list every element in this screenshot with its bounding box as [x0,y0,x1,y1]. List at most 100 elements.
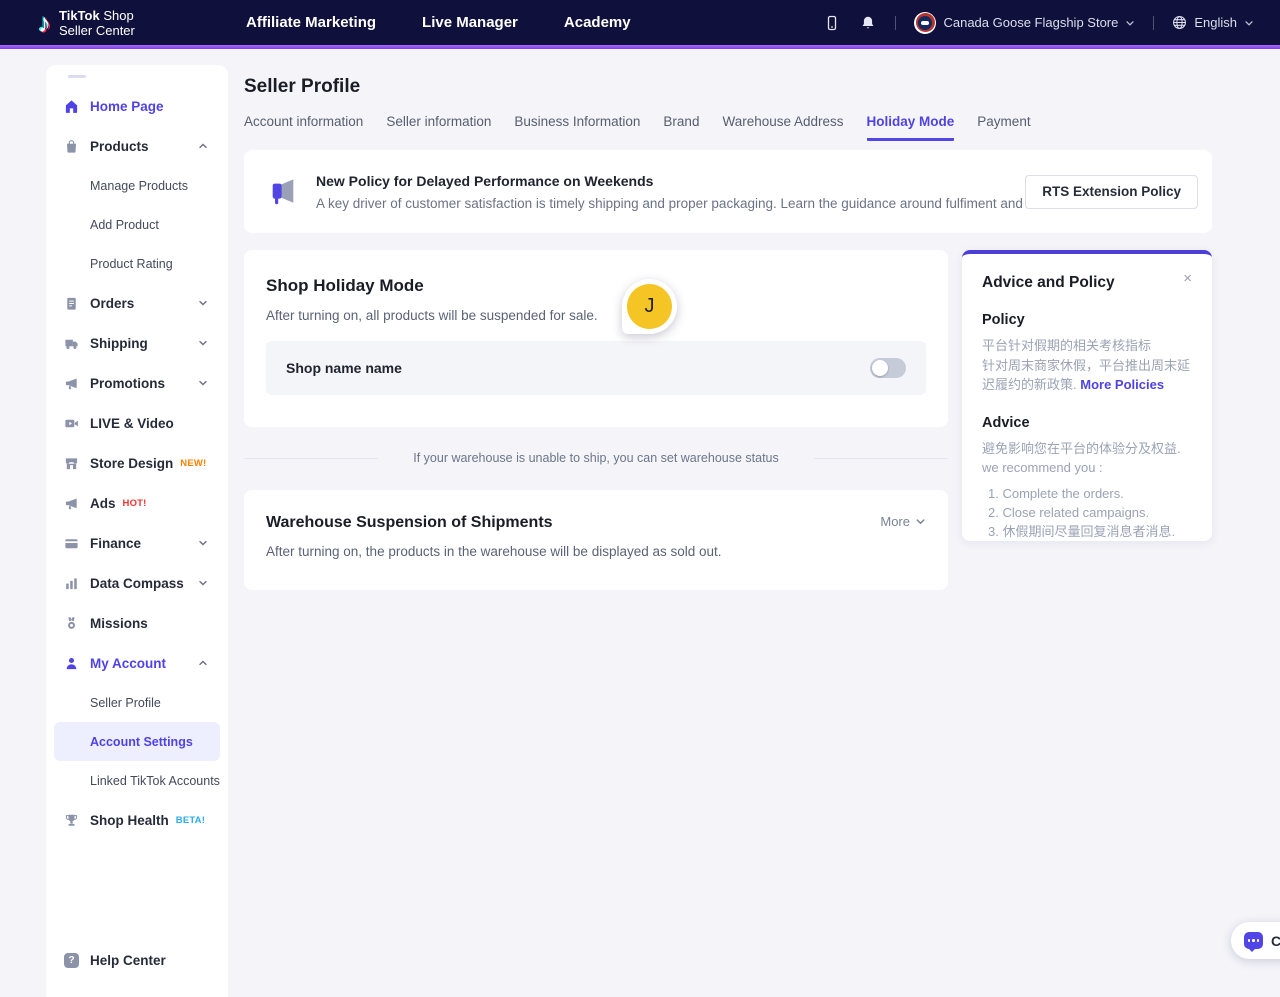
warehouse-card-header: Warehouse Suspension of Shipments More [266,514,926,532]
chevron-down-icon [198,578,208,588]
tab-account-information[interactable]: Account information [244,114,363,141]
help-center-label: Help Center [90,953,166,968]
advice-text: 避免影响您在平台的体验分及权益. we recommend you : [982,439,1192,478]
megaphone-icon [64,496,79,511]
policy-heading: Policy [982,312,1192,328]
tab-brand[interactable]: Brand [663,114,699,141]
megaphone-icon [64,376,79,391]
advice-heading: Advice [982,415,1192,431]
question-mark-icon: ? [64,953,79,968]
shop-name-label: Shop name name [286,360,402,376]
holiday-card-title: Shop Holiday Mode [266,276,926,296]
sidebar-item-shipping[interactable]: Shipping [46,323,228,363]
sidebar-item-manage-products[interactable]: Manage Products [46,166,228,205]
sidebar-item-my-account[interactable]: My Account [46,643,228,683]
sidebar-item-linked-tiktok-accounts[interactable]: Linked TikTok Accounts [46,761,228,800]
bar-chart-icon [64,576,79,591]
new-badge: NEW! [180,458,206,469]
hot-badge: HOT! [123,498,147,509]
tab-warehouse-address[interactable]: Warehouse Address [722,114,843,141]
tab-holiday-mode[interactable]: Holiday Mode [867,114,955,141]
sidebar-item-help-center[interactable]: ? Help Center [46,939,228,997]
mobile-icon[interactable] [823,14,841,32]
tab-seller-information[interactable]: Seller information [386,114,491,141]
sidebar-item-promotions[interactable]: Promotions [46,363,228,403]
divider-line [814,458,948,459]
sidebar-item-orders[interactable]: Orders [46,283,228,323]
menu-affiliate-marketing[interactable]: Affiliate Marketing [246,14,376,31]
sidebar-item-home-page[interactable]: Home Page [46,86,228,126]
chevron-up-icon [198,141,208,151]
sidebar-item-ads[interactable]: Ads HOT! [46,483,228,523]
menu-academy[interactable]: Academy [564,14,631,31]
more-policies-link[interactable]: More Policies [1080,377,1164,392]
sidebar-item-data-compass[interactable]: Data Compass [46,563,228,603]
sidebar-item-account-settings[interactable]: Account Settings [54,722,220,761]
sidebar-item-shop-health[interactable]: Shop Health BETA! [46,800,228,840]
advice-list: 1. Complete the orders. 2. Close related… [982,484,1192,541]
tabs-bar: Account information Seller information B… [244,114,1031,141]
menu-live-manager[interactable]: Live Manager [422,14,518,31]
sidebar-item-live-video[interactable]: LIVE & Video [46,403,228,443]
close-icon[interactable]: × [1183,272,1192,286]
store-selector[interactable]: Canada Goose Flagship Store [914,12,1135,34]
sidebar-item-add-product[interactable]: Add Product [46,205,228,244]
sidebar-item-products[interactable]: Products [46,126,228,166]
page-title: Seller Profile [244,76,360,98]
chevron-down-icon [198,298,208,308]
sidebar-item-finance[interactable]: Finance [46,523,228,563]
accent-line [0,45,1280,49]
tab-business-information[interactable]: Business Information [514,114,640,141]
video-icon [64,416,79,431]
sidebar-label: Products [90,139,149,154]
home-icon [64,99,79,114]
sidebar-label: Orders [90,296,134,311]
warehouse-card-title: Warehouse Suspension of Shipments [266,514,553,532]
logo-text: TikTok Shop Seller Center [59,8,135,38]
rts-extension-policy-button[interactable]: RTS Extension Policy [1025,175,1198,209]
sidebar-item-product-rating[interactable]: Product Rating [46,244,228,283]
policy-line1: 平台针对假期的相关考核指标 [982,338,1151,353]
bell-icon[interactable] [859,14,877,32]
sidebar-sub-label: Account Settings [90,735,193,749]
tiktok-note-icon: ♪ [38,10,51,36]
credit-card-icon [64,536,79,551]
chevron-down-icon [198,378,208,388]
holiday-mode-toggle[interactable] [870,358,906,378]
tab-payment[interactable]: Payment [977,114,1030,141]
chevron-down-icon [915,516,926,527]
language-label: English [1194,15,1237,30]
sidebar-label: My Account [90,656,166,671]
sidebar-label: Home Page [90,99,164,114]
collaborator-avatar: J [627,284,672,329]
chevron-down-icon [198,338,208,348]
holiday-card-description: After turning on, all products will be s… [266,308,926,323]
divider [895,16,896,30]
sidebar-sub-label: Manage Products [90,179,188,193]
store-name: Canada Goose Flagship Store [943,15,1118,30]
more-dropdown[interactable]: More [880,514,926,529]
logo-sub: Seller Center [59,23,135,38]
chevron-down-icon [1244,18,1254,28]
chat-button[interactable]: Chat [1231,922,1280,959]
bag-icon [64,139,79,154]
sidebar-sub-label: Product Rating [90,257,173,271]
sidebar-label: Promotions [90,376,165,391]
sidebar-label: Store Design [90,456,173,471]
advice-panel-title: Advice and Policy [982,274,1115,292]
announcement-banner: New Policy for Delayed Performance on We… [244,150,1212,233]
chat-label: Chat [1271,933,1280,949]
language-selector[interactable]: English [1172,15,1254,30]
chevron-down-icon [1125,18,1135,28]
banner-texts: New Policy for Delayed Performance on We… [316,173,1025,211]
advice-list-item: 2. Close related campaigns. [988,503,1192,522]
sidebar-item-missions[interactable]: Missions [46,603,228,643]
tiktok-shop-logo[interactable]: ♪ TikTok Shop Seller Center [0,8,240,38]
document-icon [64,296,79,311]
sidebar-item-store-design[interactable]: Store Design NEW! [46,443,228,483]
sidebar-sub-label: Linked TikTok Accounts [90,774,220,788]
sidebar-item-seller-profile[interactable]: Seller Profile [46,683,228,722]
sidebar-label: Ads [90,496,116,511]
chat-bubble-icon [1244,932,1263,949]
warehouse-card-description: After turning on, the products in the wa… [266,544,926,559]
